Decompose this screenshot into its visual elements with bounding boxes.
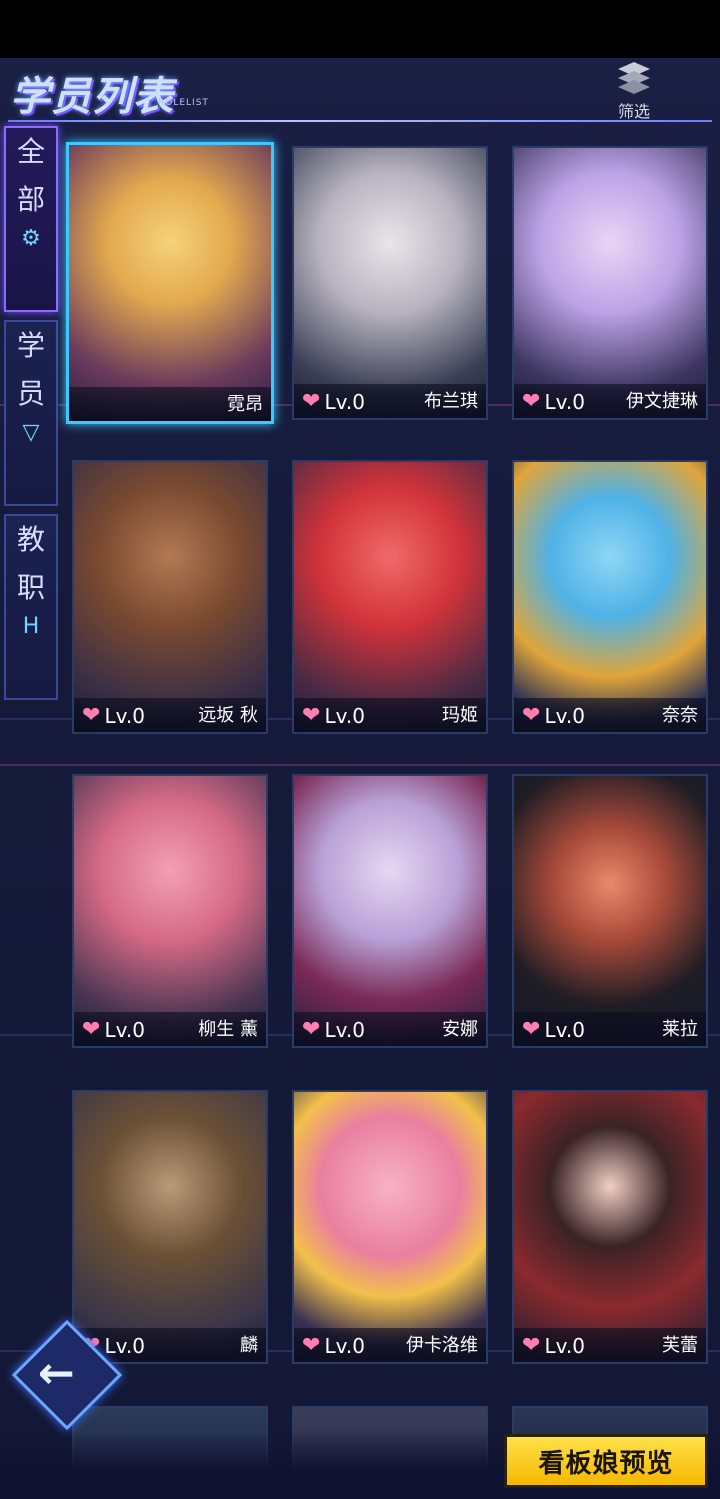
card-nameplate: ❤ Lv.0 芙蕾 [514, 1328, 706, 1362]
filter-label: 筛选 [617, 102, 650, 121]
h-badge-icon: H [22, 614, 40, 639]
card-nameplate: ❤ Lv.0 奈奈 [514, 698, 706, 732]
character-card[interactable]: ❤ Lv.0 远坂 秋 [72, 460, 268, 734]
level-text: Lv.0 [324, 389, 365, 414]
character-card[interactable]: ❤ Lv.0 奈奈 [512, 460, 708, 734]
character-portrait [74, 462, 266, 732]
heart-icon: ❤ [522, 1017, 541, 1042]
card-nameplate: ❤ Lv.0 远坂 秋 [74, 698, 266, 732]
triangle-icon: ▽ [22, 420, 40, 445]
heart-icon: ❤ [302, 703, 321, 728]
character-name: 麟 [240, 1335, 258, 1356]
filter-button[interactable]: 筛选 [604, 60, 664, 121]
character-portrait [514, 776, 706, 1046]
character-portrait [294, 148, 486, 418]
character-portrait [514, 462, 706, 732]
card-nameplate: ❤ Lv.0 安娜 [294, 1012, 486, 1046]
character-card[interactable]: 霓昂 [66, 142, 274, 424]
tab-all-char-1: 全 [16, 135, 45, 168]
layers-icon [614, 62, 654, 96]
level-text: Lv.0 [544, 1333, 585, 1358]
mascot-preview-button[interactable]: 看板娘预览 [504, 1434, 708, 1488]
game-screen: 学员列表 ROLELIST 筛选 全 部 ⚙ 学 员 ▽ 教 职 H 霓昂 ❤ L… [0, 58, 720, 1499]
card-nameplate: ❤ Lv.0 莱拉 [514, 1012, 706, 1046]
heart-icon: ❤ [522, 389, 541, 414]
level-text: Lv.0 [104, 703, 145, 728]
card-nameplate: ❤ Lv.0 玛姬 [294, 698, 486, 732]
level-text: Lv.0 [324, 703, 365, 728]
back-button[interactable]: ← [11, 1319, 123, 1431]
gear-icon: ⚙ [21, 226, 41, 251]
level-text: Lv.0 [544, 389, 585, 414]
character-portrait [514, 148, 706, 418]
character-name: 伊卡洛维 [406, 1335, 478, 1356]
character-name: 远坂 秋 [198, 705, 258, 726]
character-card[interactable]: ❤ Lv.0 伊文捷琳 [512, 146, 708, 420]
character-name: 奈奈 [662, 705, 698, 726]
affection-level: ❤Lv.0 [302, 1333, 365, 1358]
character-portrait [74, 776, 266, 1046]
tab-staff-char-1: 教 [16, 523, 45, 556]
character-name: 霓昂 [227, 394, 263, 415]
character-portrait [294, 1092, 486, 1362]
card-nameplate: 霓昂 [69, 387, 271, 421]
heart-icon: ❤ [82, 703, 101, 728]
tab-staff-char-2: 职 [16, 571, 45, 604]
card-nameplate: ❤ Lv.0 柳生 薰 [74, 1012, 266, 1046]
affection-level: ❤Lv.0 [522, 1333, 585, 1358]
status-bar [0, 0, 720, 58]
affection-level: ❤Lv.0 [522, 1017, 585, 1042]
heart-icon: ❤ [302, 389, 321, 414]
character-name: 玛姬 [442, 705, 478, 726]
character-card[interactable]: ❤ Lv.0 布兰琪 [292, 146, 488, 420]
level-text: Lv.0 [104, 1017, 145, 1042]
back-arrow-icon: ← [38, 1348, 75, 1399]
heart-icon: ❤ [82, 1017, 101, 1042]
card-nameplate: ❤ Lv.0 伊卡洛维 [294, 1328, 486, 1362]
level-text: Lv.0 [324, 1017, 365, 1042]
affection-level: ❤Lv.0 [82, 1017, 145, 1042]
heart-icon: ❤ [302, 1017, 321, 1042]
page-title: 学员列表 [10, 74, 174, 120]
header: 学员列表 ROLELIST 筛选 [0, 58, 720, 122]
character-name: 布兰琪 [424, 391, 478, 412]
level-text: Lv.0 [324, 1333, 365, 1358]
character-portrait [69, 145, 271, 421]
tab-staff[interactable]: 教 职 H [4, 514, 58, 700]
card-nameplate: ❤ Lv.0 布兰琪 [294, 384, 486, 418]
character-portrait [514, 1092, 706, 1362]
affection-level: ❤Lv.0 [82, 703, 145, 728]
character-portrait [294, 776, 486, 1046]
affection-level: ❤Lv.0 [302, 389, 365, 414]
tab-all[interactable]: 全 部 ⚙ [4, 126, 58, 312]
character-portrait [294, 462, 486, 732]
heart-icon: ❤ [522, 1333, 541, 1358]
tab-students-char-1: 学 [16, 329, 45, 362]
card-nameplate: ❤ Lv.0 伊文捷琳 [514, 384, 706, 418]
character-card[interactable]: ❤ Lv.0 莱拉 [512, 774, 708, 1048]
tab-all-char-2: 部 [16, 183, 45, 216]
page-subtitle: ROLELIST [158, 98, 209, 108]
character-card[interactable]: ❤ Lv.0 玛姬 [292, 460, 488, 734]
level-text: Lv.0 [544, 703, 585, 728]
character-name: 伊文捷琳 [626, 391, 698, 412]
character-name: 柳生 薰 [198, 1019, 258, 1040]
character-card[interactable]: ❤ Lv.0 芙蕾 [512, 1090, 708, 1364]
character-card[interactable]: ❤ Lv.0 伊卡洛维 [292, 1090, 488, 1364]
character-card[interactable]: ❤ Lv.0 柳生 薰 [72, 774, 268, 1048]
affection-level: ❤Lv.0 [522, 703, 585, 728]
affection-level: ❤Lv.0 [522, 389, 585, 414]
affection-level: ❤Lv.0 [302, 703, 365, 728]
tab-students-char-2: 员 [16, 377, 45, 410]
affection-level: ❤Lv.0 [302, 1017, 365, 1042]
level-text: Lv.0 [544, 1017, 585, 1042]
character-name: 莱拉 [662, 1019, 698, 1040]
character-card[interactable]: ❤ Lv.0 安娜 [292, 774, 488, 1048]
character-name: 安娜 [442, 1019, 478, 1040]
heart-icon: ❤ [302, 1333, 321, 1358]
character-name: 芙蕾 [662, 1335, 698, 1356]
tab-students[interactable]: 学 员 ▽ [4, 320, 58, 506]
heart-icon: ❤ [522, 703, 541, 728]
